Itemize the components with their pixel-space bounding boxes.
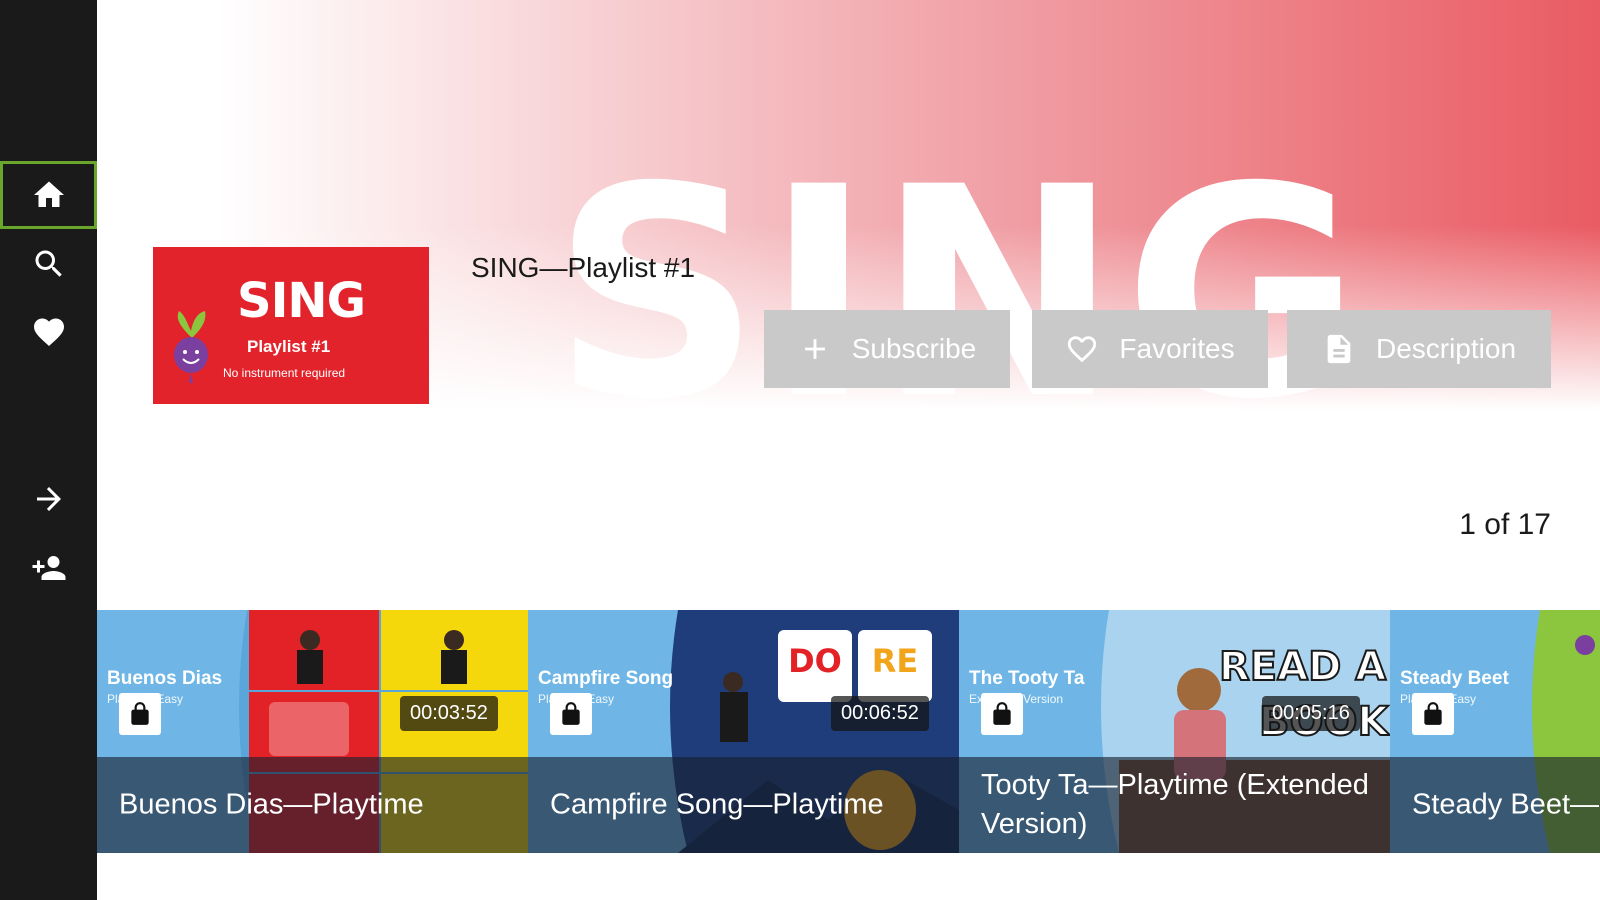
person-add-icon xyxy=(32,556,65,580)
playlist-thumbnail: SING Playlist #1 No instrument required xyxy=(153,247,429,404)
lock-icon xyxy=(1424,702,1442,725)
subscribe-label: Subscribe xyxy=(851,333,977,364)
video-title: Tooty Ta—Playtime (Extended Version) xyxy=(981,768,1369,840)
video-duration: 00:06:52 xyxy=(831,696,929,731)
video-title: Steady Beet— xyxy=(1412,788,1599,821)
arrow-right-icon xyxy=(36,487,61,511)
search-icon xyxy=(35,250,62,277)
lock-icon xyxy=(993,702,1011,725)
video-art-title: Steady Beet xyxy=(1400,668,1509,689)
thumbnail-title: SING xyxy=(237,273,366,329)
thumbnail-subtitle: Playlist #1 xyxy=(247,337,331,356)
favorites-button[interactable]: Favorites xyxy=(1032,310,1268,388)
description-button[interactable]: Description xyxy=(1287,310,1551,388)
heart-outline-icon xyxy=(1068,336,1097,363)
subscribe-button[interactable]: Subscribe xyxy=(764,310,1010,388)
lock-badge xyxy=(1412,693,1454,735)
video-card-buenos-dias[interactable]: Buenos Dias Playtime Easy 00:03:52 Bueno… xyxy=(97,610,528,853)
home-icon xyxy=(33,181,64,207)
hero-background-word: SING xyxy=(552,126,1366,463)
video-art-title: Buenos Dias xyxy=(107,668,223,689)
lock-badge xyxy=(981,693,1023,735)
sidebar xyxy=(0,0,97,900)
favorites-label: Favorites xyxy=(1119,333,1235,364)
video-caption-bar: Tooty Ta—Playtime (Extended Version) xyxy=(959,757,1390,853)
document-icon xyxy=(1327,334,1351,364)
video-card-campfire-song[interactable]: DO RE Campfire Song Playtime Easy 00:06:… xyxy=(528,610,959,853)
playlist-title: SING—Playlist #1 xyxy=(471,252,696,283)
video-caption-bar: Campfire Song—Playtime xyxy=(528,757,959,853)
video-art-title: The Tooty Ta xyxy=(969,668,1085,689)
svg-text:DO: DO xyxy=(788,642,842,680)
lock-icon xyxy=(131,702,149,725)
heart-icon xyxy=(33,318,64,347)
sidebar-item-sign-in[interactable] xyxy=(0,465,97,533)
lock-badge xyxy=(119,693,161,735)
sidebar-item-add-user[interactable] xyxy=(0,534,97,602)
thumbnail-note: No instrument required xyxy=(223,366,346,380)
beet-mascot-icon xyxy=(174,311,208,383)
video-caption-bar: Steady Beet— xyxy=(1390,757,1600,853)
sidebar-item-favorites[interactable] xyxy=(0,298,97,366)
video-title: Campfire Song—Playtime xyxy=(550,788,884,821)
video-card-tooty-ta[interactable]: READ A BOOK The Tooty Ta Extended Versio… xyxy=(959,610,1390,853)
plus-icon xyxy=(804,339,825,359)
video-caption-bar: Buenos Dias—Playtime xyxy=(97,757,528,853)
video-card-steady-beet[interactable]: Steady Beet Playtime Easy Steady Beet— xyxy=(1390,610,1600,853)
sidebar-item-search[interactable] xyxy=(0,230,97,298)
sidebar-item-home[interactable] xyxy=(0,161,97,229)
video-art-title: Campfire Song xyxy=(538,668,674,689)
lock-icon xyxy=(562,702,580,725)
video-duration: 00:05:16 xyxy=(1262,696,1360,731)
lock-badge xyxy=(550,693,592,735)
main-content: SING SING Playlist #1 No instrument requ… xyxy=(97,0,1600,900)
playlist-position-counter: 1 of 17 xyxy=(1459,508,1551,541)
video-title: Buenos Dias—Playtime xyxy=(119,788,424,821)
svg-text:RE: RE xyxy=(872,642,919,680)
video-duration: 00:03:52 xyxy=(400,696,498,731)
description-label: Description xyxy=(1375,333,1517,364)
svg-text:READ A: READ A xyxy=(1219,644,1386,690)
